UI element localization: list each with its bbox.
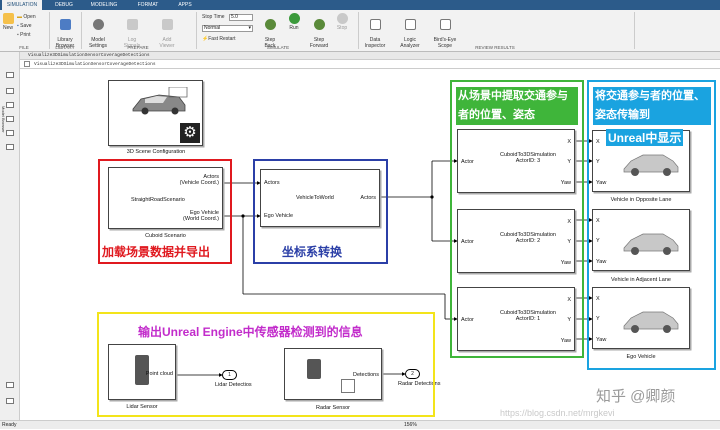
group-label-file: FILE [19, 45, 29, 50]
stop-icon [336, 13, 348, 24]
step-forward-button[interactable]: Step Forward [308, 13, 330, 49]
library-browser-button[interactable]: Library Browser [53, 13, 77, 49]
tab-modeling[interactable]: MODELING [84, 0, 124, 10]
step-back-button[interactable]: Step Back [261, 13, 279, 49]
breadcrumb[interactable]: Visualize3DSimulationSensorCoverageDetec… [20, 60, 720, 69]
print-button[interactable]: ▪ Print [17, 32, 30, 39]
annotation-text-cyan-a: 将交通参与者的位置、姿态传输到 [593, 87, 711, 125]
annotation-text-red: 加载场景数据并导出 [102, 245, 211, 259]
viewer-icon [161, 19, 173, 30]
gear-icon [92, 19, 104, 30]
arrow-icon[interactable] [6, 102, 14, 108]
chevron-down-icon: ▾ [248, 25, 251, 31]
model-canvas[interactable]: ⚙ 3D Scene Configuration Actors (Vehicle… [20, 69, 720, 420]
separator [634, 12, 635, 49]
model-browser-sidebar: Model Browser [0, 52, 20, 420]
tab-apps[interactable]: APPS [170, 0, 200, 10]
separator [196, 12, 197, 49]
fit-view-icon[interactable] [6, 88, 14, 94]
logic-analyzer-icon [404, 19, 416, 30]
group-label-prepare: PREPARE [127, 45, 149, 50]
simulation-mode-select[interactable]: Normal ▾ [202, 25, 253, 32]
birds-eye-icon [439, 19, 451, 30]
tab-format[interactable]: FORMAT [130, 0, 166, 10]
save-button[interactable]: ▪ Save [17, 23, 32, 30]
image-icon[interactable] [6, 130, 14, 136]
separator [49, 12, 50, 49]
zoom-icon[interactable] [6, 72, 14, 78]
annotation-icon[interactable] [6, 116, 14, 122]
add-viewer-button[interactable]: Add Viewer [155, 13, 179, 49]
group-label-library: LIBRARY [55, 45, 75, 50]
collapse-icon[interactable] [6, 382, 14, 388]
logic-analyzer-button[interactable]: Logic Analyzer [397, 13, 423, 49]
new-button[interactable]: New [2, 13, 14, 31]
annotation-text-green: 从场景中提取交通参与者的位置、姿态 [456, 87, 578, 125]
scene-configuration-caption: 3D Scene Configuration [126, 149, 186, 155]
data-inspector-icon [369, 19, 381, 30]
stop-button[interactable]: Stop [334, 13, 350, 31]
data-inspector-button[interactable]: Data Inspector [362, 13, 388, 49]
gear-icon: ⚙ [180, 123, 200, 143]
fast-restart-toggle[interactable]: ⚡Fast Restart [202, 36, 235, 43]
birds-eye-scope-button[interactable]: Bird's-Eye Scope [430, 13, 460, 49]
watermark-csdn: https://blog.csdn.net/mrgkevi [500, 408, 615, 418]
group-label-simulate: SIMULATE [266, 45, 290, 50]
branch-point [430, 195, 434, 199]
run-button[interactable]: Run [285, 13, 303, 31]
area-icon[interactable] [6, 144, 14, 150]
annotation-text-yellow: 输出Unreal Engine中传感器检测到的信息 [138, 325, 363, 339]
log-signals-button[interactable]: Log Signals [120, 13, 144, 49]
stop-time-label: Stop Time [202, 14, 225, 20]
model-icon [24, 61, 30, 67]
watermark-zhihu: 知乎 @卿颜 [596, 388, 676, 405]
scene-car-icon [132, 87, 188, 115]
log-signals-icon [126, 19, 138, 30]
tab-simulation[interactable]: SIMULATION [2, 0, 42, 10]
annotation-text-blue: 坐标系转换 [282, 245, 343, 259]
model-browser-tab[interactable]: Model Browser [0, 106, 6, 146]
scene-configuration-block[interactable]: ⚙ [108, 80, 203, 146]
toolstrip-ribbon: New ▬ Open ▪ Save ▪ Print FILE Library B… [0, 10, 720, 52]
branch-point [241, 214, 245, 218]
status-bar: Ready 156% [0, 420, 720, 429]
model-settings-button[interactable]: Model Settings [86, 13, 110, 49]
library-icon [59, 19, 71, 30]
tab-debug[interactable]: DEBUG [48, 0, 80, 10]
stop-time-input[interactable]: 5.0 [229, 14, 253, 21]
new-icon [2, 13, 14, 24]
annotation-text-cyan-b: Unreal中显示 [606, 129, 684, 146]
step-forward-icon [313, 19, 325, 30]
expand-icon[interactable] [6, 398, 14, 404]
separator [81, 12, 82, 49]
toolstrip-tabs: SIMULATION DEBUG MODELING FORMAT APPS [0, 0, 720, 10]
group-label-review-results: REVIEW RESULTS [475, 45, 515, 50]
step-back-icon [264, 19, 276, 30]
open-button[interactable]: ▬ Open [17, 14, 36, 21]
model-tab[interactable]: Visualize3DSimulationSensorCoverageDetec… [20, 52, 720, 60]
run-icon [288, 13, 300, 24]
separator [358, 12, 359, 49]
